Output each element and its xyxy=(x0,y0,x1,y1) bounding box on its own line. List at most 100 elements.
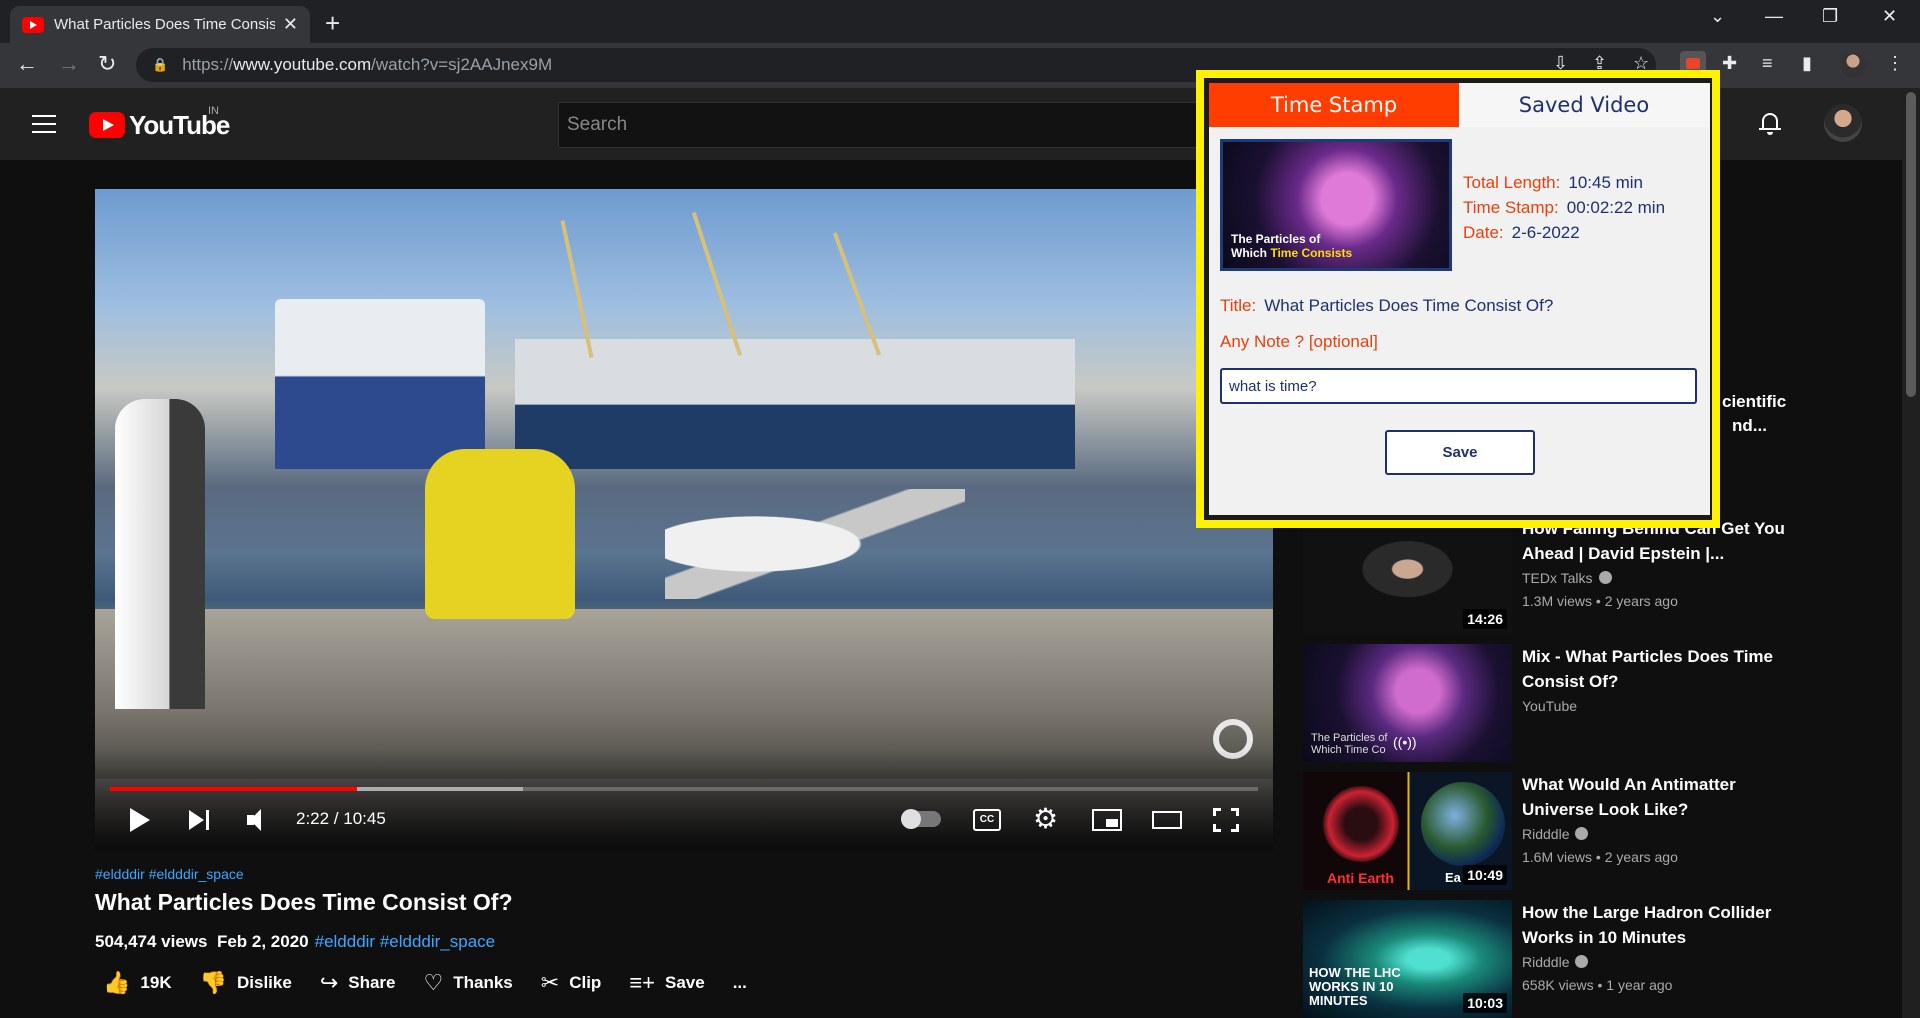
timestamp-extension-popup: Time Stamp Saved Video The Particles of … xyxy=(1209,83,1710,515)
verified-icon xyxy=(1575,955,1589,968)
video-stats: 504,474 views Feb 2, 2020 #eldddir #elddd… xyxy=(95,932,495,952)
volume-icon[interactable] xyxy=(247,809,273,831)
verified-icon xyxy=(1575,827,1589,840)
dislike-button[interactable]: 👎 Dislike xyxy=(200,970,292,996)
inline-hashtags[interactable]: #eldddir #eldddir_space xyxy=(315,932,496,951)
notifications-bell-icon[interactable] xyxy=(1758,110,1782,136)
close-window-button[interactable]: ✕ xyxy=(1882,6,1897,27)
verified-icon xyxy=(1598,571,1612,584)
sidebar-video-title: What Would An Antimatter Universe Look L… xyxy=(1522,775,1736,819)
url-text: https://www.youtube.com/watch?v=sj2AAJne… xyxy=(182,55,553,74)
time-display: 2:22 / 10:45 xyxy=(296,809,386,828)
search-input[interactable]: Search xyxy=(558,102,1218,148)
extension-video-thumbnail: The Particles of Which Time Consists xyxy=(1220,139,1452,271)
share-arrow-icon: ↪ xyxy=(319,970,339,995)
tab-time-stamp[interactable]: Time Stamp xyxy=(1209,83,1459,127)
channel-name: Ridddle xyxy=(1522,826,1589,842)
earth-globe xyxy=(1421,782,1505,866)
video-hashtags[interactable]: #eldddir #eldddir_space xyxy=(95,866,244,882)
duration-badge: 10:03 xyxy=(1463,993,1507,1013)
channel-name: Ridddle xyxy=(1522,954,1589,970)
view-count: 504,474 views xyxy=(95,932,208,951)
sidebar-video-item[interactable]: The Particles of Which Time Co ((•)) Mix… xyxy=(1303,644,1883,762)
video-frame-ship xyxy=(515,339,1075,469)
heart-dollar-icon: ♡ xyxy=(423,970,444,995)
thumbnail-caption: Anti Earth xyxy=(1327,870,1394,886)
anti-earth-globe xyxy=(1323,786,1399,862)
page-scrollbar-thumb[interactable] xyxy=(1906,92,1916,397)
restore-button[interactable]: ❐ xyxy=(1822,6,1838,27)
video-frame-mast xyxy=(832,232,882,356)
duration-badge: 10:49 xyxy=(1463,865,1507,885)
media-playlist-icon[interactable]: ≡ xyxy=(1762,53,1773,74)
miniplayer-icon[interactable] xyxy=(1092,809,1122,831)
video-frame-mast xyxy=(560,220,594,358)
thanks-button[interactable]: ♡ Thanks xyxy=(424,970,513,996)
video-meta: 1.6M views • 2 years ago xyxy=(1522,849,1678,865)
sidebar-video-item[interactable]: Anti Earth Ea 10:49 What Would An Antima… xyxy=(1303,772,1883,890)
mix-radio-icon: ((•)) xyxy=(1393,734,1417,750)
total-length-row: Total Length: 10:45 min xyxy=(1463,173,1644,192)
account-avatar[interactable] xyxy=(1824,104,1862,142)
thumbs-down-icon: 👎 xyxy=(199,970,227,995)
video-frame-ship xyxy=(275,299,485,469)
played-fill xyxy=(110,787,357,791)
video-player[interactable]: 2:22 / 10:45 CC ⚙ xyxy=(95,189,1273,851)
scissors-icon: ✂ xyxy=(540,970,560,995)
side-panel-icon[interactable]: ▮ xyxy=(1802,53,1812,74)
youtube-logo-icon[interactable] xyxy=(89,112,125,138)
video-thumbnail[interactable]: Anti Earth Ea 10:49 xyxy=(1303,772,1512,890)
tab-search-icon[interactable]: ⌄ xyxy=(1710,6,1725,27)
sidebar-partial-title: cientific xyxy=(1722,392,1787,411)
browser-profile-avatar[interactable] xyxy=(1840,52,1866,78)
note-label: Any Note ? [optional] xyxy=(1220,332,1378,351)
sidebar-video-title: How the Large Hadron Collider Works in 1… xyxy=(1522,903,1772,947)
channel-name: YouTube xyxy=(1522,698,1578,714)
forward-icon[interactable]: → xyxy=(58,51,80,77)
more-actions-button[interactable]: ... xyxy=(733,973,747,993)
extension-title-row: Title: What Particles Does Time Consist O… xyxy=(1220,296,1554,315)
close-tab-icon[interactable]: ✕ xyxy=(283,14,298,35)
next-icon[interactable] xyxy=(189,810,211,830)
controls-gradient xyxy=(95,749,1273,851)
lock-icon: 🔒 xyxy=(152,57,169,72)
like-button[interactable]: 👍 19K xyxy=(103,970,172,996)
video-thumbnail[interactable]: 14:26 xyxy=(1303,516,1512,634)
save-to-playlist-button[interactable]: ≡+ Save xyxy=(629,970,704,996)
captions-icon[interactable]: CC xyxy=(973,809,1001,831)
share-button[interactable]: ↪ Share xyxy=(320,970,396,996)
back-icon[interactable]: ← xyxy=(16,51,38,77)
note-input[interactable] xyxy=(1220,368,1697,404)
video-frame-bollard xyxy=(115,399,205,709)
extensions-puzzle-icon[interactable]: ✚ xyxy=(1722,53,1737,74)
clip-button[interactable]: ✂ Clip xyxy=(541,970,602,996)
sidebar-video-item[interactable]: HOW THE LHC WORKS IN 10 MINUTES 10:03 Ho… xyxy=(1303,900,1883,1018)
video-thumbnail[interactable]: HOW THE LHC WORKS IN 10 MINUTES 10:03 xyxy=(1303,900,1512,1018)
video-title: What Particles Does Time Consist Of? xyxy=(95,889,513,915)
minimize-button[interactable]: — xyxy=(1765,6,1783,27)
play-icon[interactable] xyxy=(130,808,150,832)
menu-icon[interactable] xyxy=(32,115,56,133)
video-frame-seagull xyxy=(665,489,965,599)
save-button[interactable]: Save xyxy=(1385,430,1535,475)
search-placeholder: Search xyxy=(567,114,628,135)
duration-badge: 14:26 xyxy=(1463,609,1507,629)
browser-menu-icon[interactable]: ⋮ xyxy=(1886,53,1904,74)
youtube-favicon-icon xyxy=(22,16,44,33)
video-thumbnail[interactable]: The Particles of Which Time Co ((•)) xyxy=(1303,644,1512,762)
video-frame-mast xyxy=(691,212,743,356)
video-meta: 1.3M views • 2 years ago xyxy=(1522,593,1678,609)
tab-saved-video[interactable]: Saved Video xyxy=(1459,83,1709,127)
video-meta: 658K views • 1 year ago xyxy=(1522,977,1673,993)
sidebar-video-item[interactable]: 14:26 How Falling Behind Can Get You Ahe… xyxy=(1303,516,1883,634)
browser-tab[interactable]: What Particles Does Time Consist Of? ✕ xyxy=(10,6,310,43)
autoplay-toggle-icon[interactable] xyxy=(901,809,941,829)
channel-name: TEDx Talks xyxy=(1522,570,1612,586)
new-tab-button[interactable]: + xyxy=(325,8,340,39)
browser-tabbar: What Particles Does Time Consist Of? ✕ +… xyxy=(0,0,1920,43)
settings-gear-icon[interactable]: ⚙ xyxy=(1033,805,1058,833)
progress-bar[interactable] xyxy=(110,787,1258,791)
fullscreen-icon[interactable] xyxy=(1213,808,1239,832)
theater-mode-icon[interactable] xyxy=(1152,811,1182,829)
reload-icon[interactable]: ↻ xyxy=(98,51,116,77)
